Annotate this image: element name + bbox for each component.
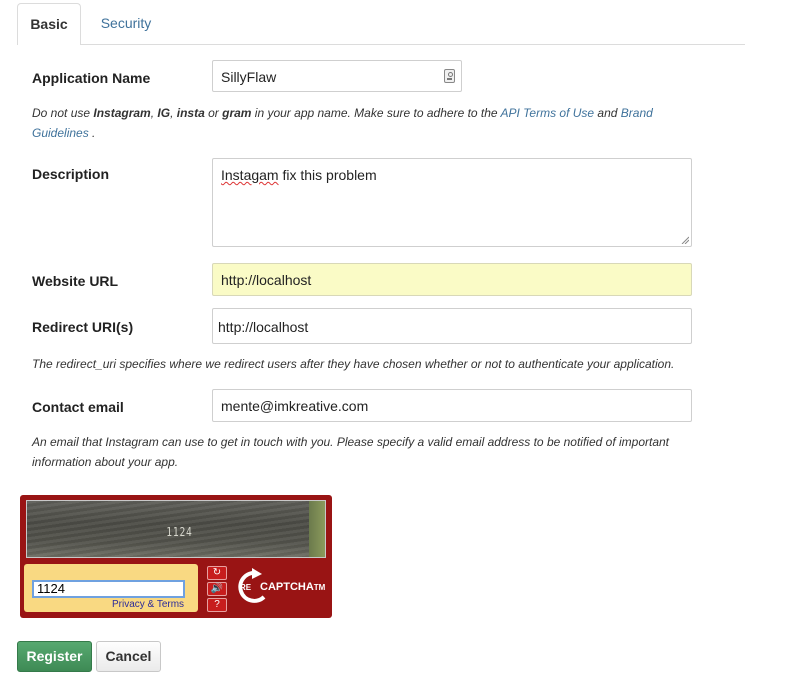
app-name-value: SillyFlaw bbox=[221, 69, 277, 85]
api-terms-link[interactable]: API Terms of Use bbox=[501, 106, 595, 120]
tab-bar: Basic Security bbox=[17, 0, 745, 45]
contact-email-help: An email that Instagram can use to get i… bbox=[32, 432, 732, 472]
recaptcha-word: CAPTCHA bbox=[260, 581, 314, 593]
captcha-image: 1124 bbox=[26, 500, 326, 558]
website-url-label: Website URL bbox=[32, 273, 119, 289]
description-textarea[interactable]: Instagam fix this problem bbox=[212, 158, 692, 247]
misspelled-word: Instagam bbox=[221, 167, 279, 183]
app-name-label: Application Name bbox=[32, 70, 151, 86]
app-name-input[interactable]: SillyFlaw bbox=[212, 60, 462, 92]
refresh-icon[interactable]: ↻ bbox=[207, 566, 227, 580]
help-bold-text: gram bbox=[222, 106, 252, 120]
help-text: information about your app. bbox=[32, 455, 179, 469]
recaptcha-logo-text: CAPTCHATM bbox=[260, 581, 325, 593]
description-value: Instagam fix this problem bbox=[221, 167, 377, 183]
redirect-uri-help: The redirect_uri specifies where we redi… bbox=[32, 357, 675, 371]
redirect-uri-value: http://localhost bbox=[218, 319, 309, 335]
captcha-answer-area: 1124 Privacy & Terms bbox=[24, 564, 198, 612]
redirect-uri-label: Redirect URI(s) bbox=[32, 319, 134, 335]
website-url-input[interactable]: http://localhost bbox=[212, 263, 692, 296]
cancel-button[interactable]: Cancel bbox=[96, 641, 161, 672]
description-text: fix this problem bbox=[278, 167, 377, 183]
website-url-value: http://localhost bbox=[221, 272, 312, 288]
help-bold-text: Instagram bbox=[93, 106, 151, 120]
recaptcha-tm: TM bbox=[313, 583, 326, 592]
recaptcha-logo-re: RE bbox=[240, 583, 252, 592]
help-text: An email that Instagram can use to get i… bbox=[32, 435, 670, 449]
help-icon[interactable]: ? bbox=[207, 598, 227, 612]
help-text: . bbox=[88, 126, 96, 140]
captcha-answer-input[interactable]: 1124 bbox=[32, 580, 185, 598]
register-button[interactable]: Register bbox=[17, 641, 92, 672]
resize-handle-icon[interactable] bbox=[681, 236, 689, 244]
help-text: , bbox=[170, 106, 177, 120]
privacy-terms-link[interactable]: Privacy & Terms bbox=[112, 599, 184, 610]
app-name-help: Do not use Instagram, IG, insta or gram … bbox=[32, 103, 712, 143]
password-manager-icon[interactable] bbox=[444, 69, 455, 83]
contact-email-label: Contact email bbox=[32, 399, 124, 415]
captcha-image-word: 1124 bbox=[166, 525, 193, 539]
tab-security[interactable]: Security bbox=[87, 3, 165, 43]
help-text: in your app name. Make sure to adhere to… bbox=[251, 106, 501, 120]
redirect-uri-input[interactable]: http://localhost bbox=[212, 308, 692, 344]
help-bold-text: IG bbox=[157, 106, 171, 120]
audio-icon[interactable]: 🔊 bbox=[207, 582, 227, 596]
help-text: Do not use bbox=[32, 106, 94, 120]
tab-basic[interactable]: Basic bbox=[17, 3, 81, 45]
contact-email-input[interactable]: mente@imkreative.com bbox=[212, 389, 692, 422]
description-label: Description bbox=[32, 166, 110, 182]
help-text: or bbox=[204, 106, 223, 120]
contact-email-value: mente@imkreative.com bbox=[221, 398, 369, 414]
help-bold-text: insta bbox=[176, 106, 205, 120]
recaptcha-widget: 1124 1124 Privacy & Terms ↻ 🔊 ? RE CAPTC… bbox=[20, 495, 332, 618]
help-text: and bbox=[594, 106, 621, 120]
